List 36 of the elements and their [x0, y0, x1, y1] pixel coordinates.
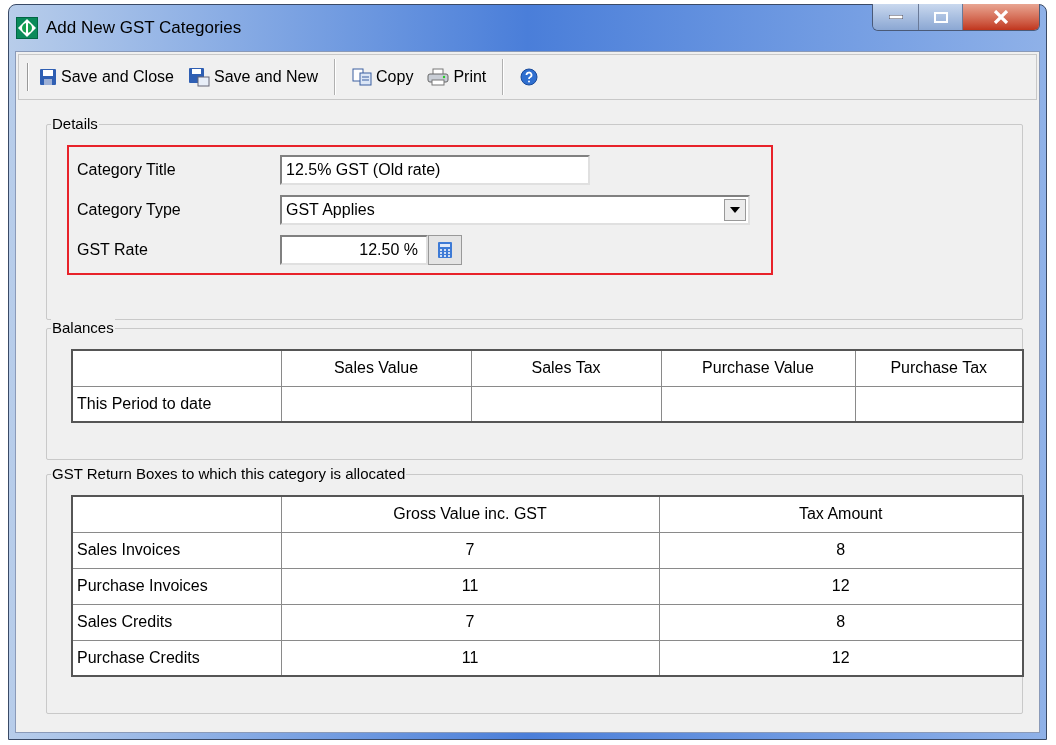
table-cell: 11 [281, 568, 659, 604]
type-dropdown[interactable]: GST Applies [280, 195, 750, 225]
rate-field[interactable]: 12.50 % [280, 235, 428, 265]
field-label: Category Type [77, 200, 182, 220]
minimize-icon [888, 15, 903, 19]
dropdown-arrow-icon [730, 207, 740, 213]
maximize-icon [933, 11, 948, 23]
group-title: GST Return Boxes to which this category is allocated [51, 465, 407, 483]
toolbar-button[interactable]: Copy [348, 61, 418, 93]
column-header: Sales Value [281, 350, 471, 386]
toolbar-button[interactable]: Save and New [183, 61, 323, 93]
maximize-button[interactable] [919, 4, 963, 30]
toolbar-button[interactable]: Save and Close [35, 61, 178, 93]
minimize-button[interactable] [873, 4, 919, 30]
calculator-icon [437, 241, 453, 259]
row-header: Sales Invoices [72, 532, 281, 568]
column-header: Sales Tax [471, 350, 661, 386]
field-label: Category Title [77, 160, 177, 180]
close-button[interactable] [963, 4, 1039, 30]
close-icon [993, 10, 1009, 24]
floppy-disk-icon [187, 67, 210, 87]
printer-icon [427, 68, 450, 86]
copy-icon [352, 68, 373, 86]
app-logo-icon [16, 16, 38, 39]
window-title: Add New GST Categories [46, 17, 242, 39]
calculator-button[interactable] [428, 235, 462, 265]
row-header: Purchase Invoices [72, 568, 281, 604]
toolbar-button[interactable]: Print [423, 61, 491, 93]
field-label: GST Rate [77, 240, 149, 260]
table-cell: 7 [281, 604, 659, 640]
row-header: Sales Credits [72, 604, 281, 640]
help-icon [520, 68, 539, 86]
table-cell: 7 [281, 532, 659, 568]
title-field[interactable]: 12.5% GST (Old rate) [280, 155, 590, 185]
column-header: Purchase Value [661, 350, 855, 386]
column-header: Gross Value inc. GST [281, 496, 659, 532]
